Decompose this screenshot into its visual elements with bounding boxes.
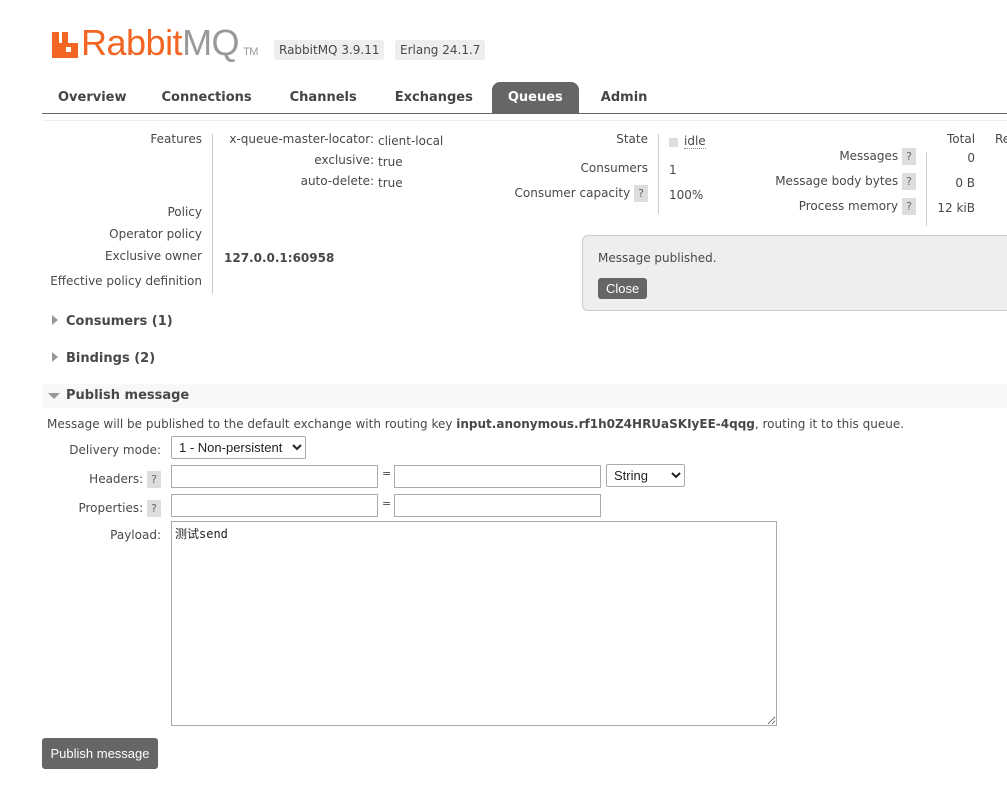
feature-value: client-local xyxy=(378,134,444,148)
header-key-input[interactable] xyxy=(171,465,378,488)
rabbitmq-logo: Rabbit MQ TM xyxy=(52,22,258,64)
state-label: State xyxy=(616,132,648,146)
rabbit-logo-icon xyxy=(52,32,78,58)
close-button[interactable]: Close xyxy=(598,278,648,299)
main-nav: Overview Connections Channels Exchanges … xyxy=(42,82,1007,114)
headers-label: Headers: ? xyxy=(40,471,161,488)
payload-textarea[interactable]: 测试send xyxy=(171,521,777,726)
policy-label: Policy xyxy=(167,205,202,219)
stat-process-memory-value: 12 kiB xyxy=(937,201,975,215)
flash-message: Message published. xyxy=(598,251,717,265)
tab-channels[interactable]: Channels xyxy=(271,82,376,114)
state-indicator-icon xyxy=(669,138,678,147)
tab-admin[interactable]: Admin xyxy=(579,82,670,114)
help-icon[interactable]: ? xyxy=(147,500,161,517)
help-icon[interactable]: ? xyxy=(147,471,161,488)
help-icon[interactable]: ? xyxy=(902,148,916,165)
feature-value: true xyxy=(378,155,403,169)
total-header: Total xyxy=(947,132,976,146)
stat-process-memory-label: Process memory ? xyxy=(700,198,916,215)
tab-exchanges[interactable]: Exchanges xyxy=(376,82,492,114)
properties-label: Properties: ? xyxy=(40,500,161,517)
payload-label: Payload: xyxy=(110,528,161,542)
section-consumers[interactable]: Consumers (1) xyxy=(52,314,173,329)
effective-policy-label: Effective policy definition xyxy=(50,274,202,288)
routing-key: input.anonymous.rf1h0Z4HRUaSKIyEE-4qqg xyxy=(456,417,755,431)
exclusive-owner-link[interactable]: 127.0.0.1:60958 xyxy=(224,251,334,265)
exclusive-owner-label: Exclusive owner xyxy=(105,249,202,263)
tab-overview[interactable]: Overview xyxy=(42,82,143,114)
feature-key: exclusive: xyxy=(314,153,374,167)
caret-down-icon xyxy=(48,392,60,399)
state-value: idle xyxy=(684,134,706,149)
header-type-select[interactable]: String xyxy=(606,464,685,487)
feature-key: auto-delete: xyxy=(300,174,374,188)
delivery-mode-select[interactable]: 1 - Non-persistent xyxy=(171,436,306,459)
ready-header: Re xyxy=(995,132,1007,146)
consumer-capacity-value: 100% xyxy=(669,188,704,202)
help-icon[interactable]: ? xyxy=(902,198,916,215)
erlang-version: Erlang 24.1.7 xyxy=(395,40,486,60)
tab-queues[interactable]: Queues xyxy=(491,82,579,114)
stat-body-bytes-value: 0 B xyxy=(955,176,975,190)
consumers-label: Consumers xyxy=(580,161,648,175)
stat-body-bytes-label: Message body bytes ? xyxy=(700,173,916,190)
equals-sign: = xyxy=(382,467,392,480)
consumers-value: 1 xyxy=(669,163,677,177)
delivery-mode-label: Delivery mode: xyxy=(69,443,161,457)
flash-notification: Message published. Close xyxy=(582,235,1007,311)
publish-info: Message will be published to the default… xyxy=(47,417,905,431)
consumer-capacity-label: Consumer capacity ? xyxy=(500,185,648,202)
header-value-input[interactable] xyxy=(394,465,601,488)
help-icon[interactable]: ? xyxy=(634,185,648,202)
feature-key: x-queue-master-locator: xyxy=(229,132,374,146)
caret-right-icon xyxy=(52,352,58,362)
equals-sign: = xyxy=(382,497,392,510)
operator-policy-label: Operator policy xyxy=(109,227,202,241)
caret-right-icon xyxy=(52,315,58,325)
property-value-input[interactable] xyxy=(394,494,601,517)
stat-messages-label: Messages ? xyxy=(700,148,916,165)
section-bindings[interactable]: Bindings (2) xyxy=(52,351,155,366)
features-label: Features xyxy=(150,132,202,146)
help-icon[interactable]: ? xyxy=(902,173,916,190)
feature-value: true xyxy=(378,176,403,190)
rabbitmq-version: RabbitMQ 3.9.11 xyxy=(274,40,385,60)
section-publish-message[interactable]: Publish message xyxy=(42,384,1007,408)
tab-connections[interactable]: Connections xyxy=(143,82,271,114)
property-key-input[interactable] xyxy=(171,494,378,517)
publish-message-button[interactable]: Publish message xyxy=(42,738,158,769)
stat-messages-value: 0 xyxy=(967,151,975,165)
